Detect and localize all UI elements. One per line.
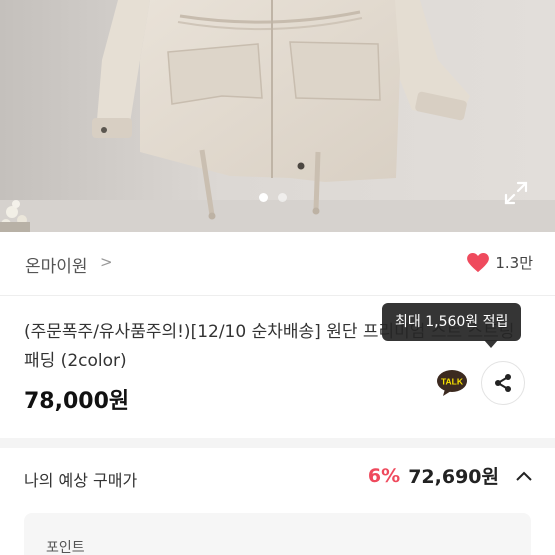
discount-rate: 6% — [367, 464, 401, 487]
carousel-dot[interactable] — [278, 193, 287, 202]
share-button[interactable] — [481, 361, 525, 405]
kakaotalk-button[interactable]: TALK — [430, 361, 474, 405]
carousel-indicator — [259, 193, 287, 202]
store-name-link[interactable]: 온마이원 — [25, 252, 88, 277]
estimated-price-summary: 6% 72,690원 — [368, 462, 533, 489]
chevron-right-icon: > — [100, 253, 113, 271]
points-box: 포인트 — [24, 513, 531, 555]
talk-label: TALK — [441, 377, 464, 387]
estimated-price-value: 72,690원 — [408, 466, 499, 488]
heart-icon — [467, 252, 490, 272]
chevron-up-icon[interactable] — [515, 470, 533, 482]
points-label: 포인트 — [46, 540, 85, 555]
estimated-price-row[interactable]: 나의 예상 구매가 6% 72,690원 — [0, 448, 555, 506]
share-icon — [495, 374, 511, 392]
tooltip-tail — [484, 340, 498, 348]
like-button[interactable]: 1.3만 — [467, 252, 533, 273]
kakaotalk-icon: TALK — [437, 370, 467, 396]
like-count: 1.3만 — [495, 254, 533, 272]
points-tooltip: 최대 1,560원 적립 — [382, 303, 522, 341]
estimated-price-label: 나의 예상 구매가 — [24, 471, 138, 490]
store-row: 온마이원 > 1.3만 — [0, 232, 555, 296]
carousel-dot-active[interactable] — [259, 193, 268, 202]
product-image[interactable] — [0, 0, 555, 232]
expand-icon[interactable] — [503, 180, 529, 206]
section-divider — [0, 438, 555, 448]
product-price: 78,000원 — [24, 389, 130, 414]
